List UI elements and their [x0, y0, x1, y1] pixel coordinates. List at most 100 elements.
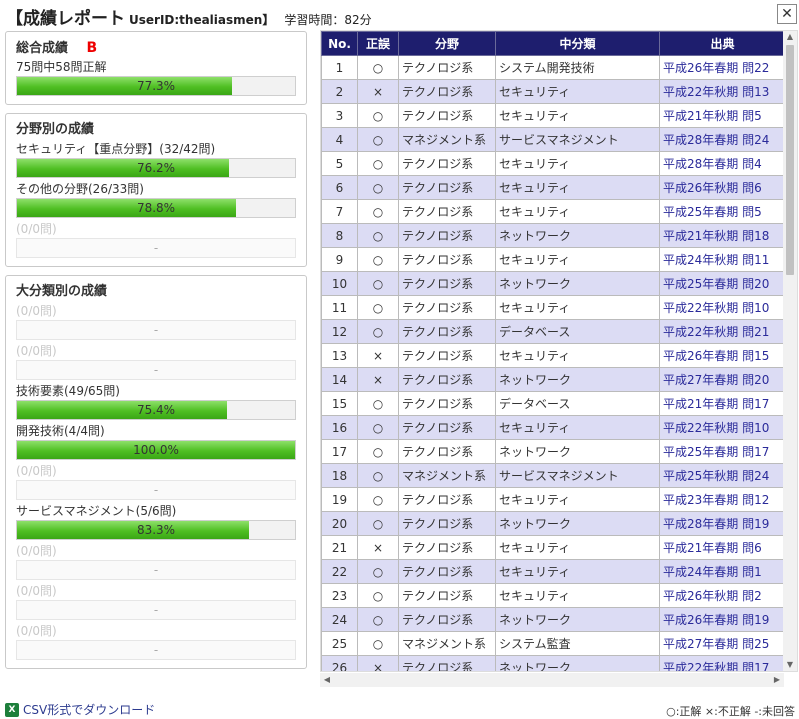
table-row[interactable]: 6 ○ テクノロジ系 セキュリティ 平成26年秋期 問6 — [321, 175, 786, 200]
source-cell[interactable]: 平成25年春期 問20 — [659, 271, 786, 296]
table-row[interactable]: 22 ○ テクノロジ系 セキュリティ 平成24年春期 問1 — [321, 559, 786, 584]
column-header[interactable]: 中分類 — [495, 31, 660, 56]
row-number: 6 — [321, 175, 358, 200]
source-cell[interactable]: 平成21年秋期 問5 — [659, 103, 786, 128]
source-cell[interactable]: 平成22年秋期 問17 — [659, 655, 786, 671]
table-row[interactable]: 11 ○ テクノロジ系 セキュリティ 平成22年秋期 問10 — [321, 295, 786, 320]
table-row[interactable]: 9 ○ テクノロジ系 セキュリティ 平成24年秋期 問11 — [321, 247, 786, 272]
table-row[interactable]: 3 ○ テクノロジ系 セキュリティ 平成21年秋期 問5 — [321, 103, 786, 128]
row-number: 23 — [321, 583, 358, 608]
source-cell[interactable]: 平成28年春期 問4 — [659, 151, 786, 176]
source-cell[interactable]: 平成26年秋期 問2 — [659, 583, 786, 608]
source-cell[interactable]: 平成25年春期 問17 — [659, 439, 786, 464]
table-row[interactable]: 13 × テクノロジ系 セキュリティ 平成26年春期 問15 — [321, 343, 786, 368]
subcategory-cell: サービスマネジメント — [495, 127, 660, 152]
subcategory-cell: セキュリティ — [495, 175, 660, 200]
source-cell[interactable]: 平成22年秋期 問13 — [659, 79, 786, 104]
row-number: 24 — [321, 607, 358, 632]
table-row[interactable]: 21 × テクノロジ系 セキュリティ 平成21年春期 問6 — [321, 535, 786, 560]
vertical-scrollbar[interactable]: ▲ ▼ — [783, 31, 797, 671]
row-number: 16 — [321, 415, 358, 440]
table-row[interactable]: 25 ○ マネジメント系 システム監査 平成27年春期 問25 — [321, 631, 786, 656]
close-button[interactable]: ✕ — [777, 4, 797, 24]
user-id: UserID:thealiasmen】 — [129, 13, 275, 27]
source-cell[interactable]: 平成22年秋期 問10 — [659, 295, 786, 320]
table-row[interactable]: 7 ○ テクノロジ系 セキュリティ 平成25年春期 問5 — [321, 199, 786, 224]
score-item: (0/0問) - — [16, 582, 296, 620]
source-cell[interactable]: 平成27年春期 問25 — [659, 631, 786, 656]
column-header[interactable]: 分野 — [398, 31, 496, 56]
source-cell[interactable]: 平成26年秋期 問6 — [659, 175, 786, 200]
table-row[interactable]: 24 ○ テクノロジ系 ネットワーク 平成26年春期 問19 — [321, 607, 786, 632]
table-row[interactable]: 12 ○ テクノロジ系 データベース 平成22年秋期 問21 — [321, 319, 786, 344]
source-cell[interactable]: 平成21年秋期 問18 — [659, 223, 786, 248]
row-number: 10 — [321, 271, 358, 296]
table-row[interactable]: 14 × テクノロジ系 ネットワーク 平成27年春期 問20 — [321, 367, 786, 392]
progress-text: 78.8% — [136, 201, 176, 215]
source-cell[interactable]: 平成23年春期 問12 — [659, 487, 786, 512]
table-row[interactable]: 4 ○ マネジメント系 サービスマネジメント 平成28年春期 問24 — [321, 127, 786, 152]
scroll-left-icon[interactable]: ◀ — [320, 673, 334, 687]
scroll-down-icon[interactable]: ▼ — [783, 659, 797, 671]
row-number: 25 — [321, 631, 358, 656]
source-cell[interactable]: 平成28年春期 問19 — [659, 511, 786, 536]
scrollbar-thumb[interactable] — [786, 45, 794, 275]
table-row[interactable]: 1 ○ テクノロジ系 システム開発技術 平成26年春期 問22 — [321, 55, 786, 80]
score-item: サービスマネジメント(5/6問) 83.3% — [16, 502, 296, 540]
table-row[interactable]: 8 ○ テクノロジ系 ネットワーク 平成21年秋期 問18 — [321, 223, 786, 248]
table-row[interactable]: 10 ○ テクノロジ系 ネットワーク 平成25年春期 問20 — [321, 271, 786, 296]
subcategory-cell: ネットワーク — [495, 511, 660, 536]
score-progress-bar: - — [16, 640, 296, 660]
source-cell[interactable]: 平成24年秋期 問11 — [659, 247, 786, 272]
table-row[interactable]: 15 ○ テクノロジ系 データベース 平成21年春期 問17 — [321, 391, 786, 416]
csv-download[interactable]: X CSV形式でダウンロード — [5, 701, 155, 718]
result-mark: × — [357, 79, 399, 104]
field-cell: マネジメント系 — [398, 463, 496, 488]
table-row[interactable]: 16 ○ テクノロジ系 セキュリティ 平成22年秋期 問10 — [321, 415, 786, 440]
field-cell: テクノロジ系 — [398, 175, 496, 200]
horizontal-scrollbar[interactable]: ◀ ▶ — [320, 673, 784, 687]
table-row[interactable]: 17 ○ テクノロジ系 ネットワーク 平成25年春期 問17 — [321, 439, 786, 464]
column-header[interactable]: No. — [321, 31, 358, 56]
table-row[interactable]: 19 ○ テクノロジ系 セキュリティ 平成23年春期 問12 — [321, 487, 786, 512]
column-header[interactable]: 正誤 — [357, 31, 399, 56]
source-cell[interactable]: 平成28年春期 問24 — [659, 127, 786, 152]
field-cell: テクノロジ系 — [398, 439, 496, 464]
source-cell[interactable]: 平成26年春期 問15 — [659, 343, 786, 368]
table-row[interactable]: 5 ○ テクノロジ系 セキュリティ 平成28年春期 問4 — [321, 151, 786, 176]
source-cell[interactable]: 平成24年春期 問1 — [659, 559, 786, 584]
source-cell[interactable]: 平成25年春期 問5 — [659, 199, 786, 224]
source-cell[interactable]: 平成26年春期 問22 — [659, 55, 786, 80]
table-row[interactable]: 18 ○ マネジメント系 サービスマネジメント 平成25年秋期 問24 — [321, 463, 786, 488]
field-cell: テクノロジ系 — [398, 247, 496, 272]
source-cell[interactable]: 平成27年春期 問20 — [659, 367, 786, 392]
column-header[interactable]: 出典 — [659, 31, 786, 56]
progress-text: - — [153, 563, 159, 577]
result-mark: ○ — [357, 151, 399, 176]
row-number: 14 — [321, 367, 358, 392]
field-cell: テクノロジ系 — [398, 199, 496, 224]
source-cell[interactable]: 平成22年秋期 問10 — [659, 415, 786, 440]
table-body: 1 ○ テクノロジ系 システム開発技術 平成26年春期 問22 2 × テクノロジ系 セキュリテ… — [321, 55, 786, 671]
table-row[interactable]: 23 ○ テクノロジ系 セキュリティ 平成26年秋期 問2 — [321, 583, 786, 608]
source-cell[interactable]: 平成21年春期 問17 — [659, 391, 786, 416]
scroll-right-icon[interactable]: ▶ — [770, 673, 784, 687]
source-cell[interactable]: 平成25年秋期 問24 — [659, 463, 786, 488]
category-list: (0/0問) - (0/0問) - 技術要素(49/65問) 75.4% 開発技術(4/4問… — [16, 302, 296, 660]
csv-download-link[interactable]: CSV形式でダウンロード — [23, 701, 155, 718]
source-cell[interactable]: 平成26年春期 問19 — [659, 607, 786, 632]
field-list: セキュリティ【重点分野】(32/42問) 76.2% その他の分野(26/33問) 7… — [16, 140, 296, 258]
source-cell[interactable]: 平成22年秋期 問21 — [659, 319, 786, 344]
source-cell[interactable]: 平成21年春期 問6 — [659, 535, 786, 560]
row-number: 9 — [321, 247, 358, 272]
table-row[interactable]: 20 ○ テクノロジ系 ネットワーク 平成28年春期 問19 — [321, 511, 786, 536]
scroll-up-icon[interactable]: ▲ — [783, 31, 797, 43]
row-number: 22 — [321, 559, 358, 584]
table-row[interactable]: 2 × テクノロジ系 セキュリティ 平成22年秋期 問13 — [321, 79, 786, 104]
subcategory-cell: セキュリティ — [495, 583, 660, 608]
subcategory-cell: システム開発技術 — [495, 55, 660, 80]
row-number: 3 — [321, 103, 358, 128]
table-row[interactable]: 26 × テクノロジ系 ネットワーク 平成22年秋期 問17 — [321, 655, 786, 671]
results-table-container[interactable]: No. 正誤 分野 中分類 出典 1 ○ テクノロジ系 システム開発技術 平成26年春期 問22… — [320, 30, 798, 672]
result-mark: ○ — [357, 247, 399, 272]
